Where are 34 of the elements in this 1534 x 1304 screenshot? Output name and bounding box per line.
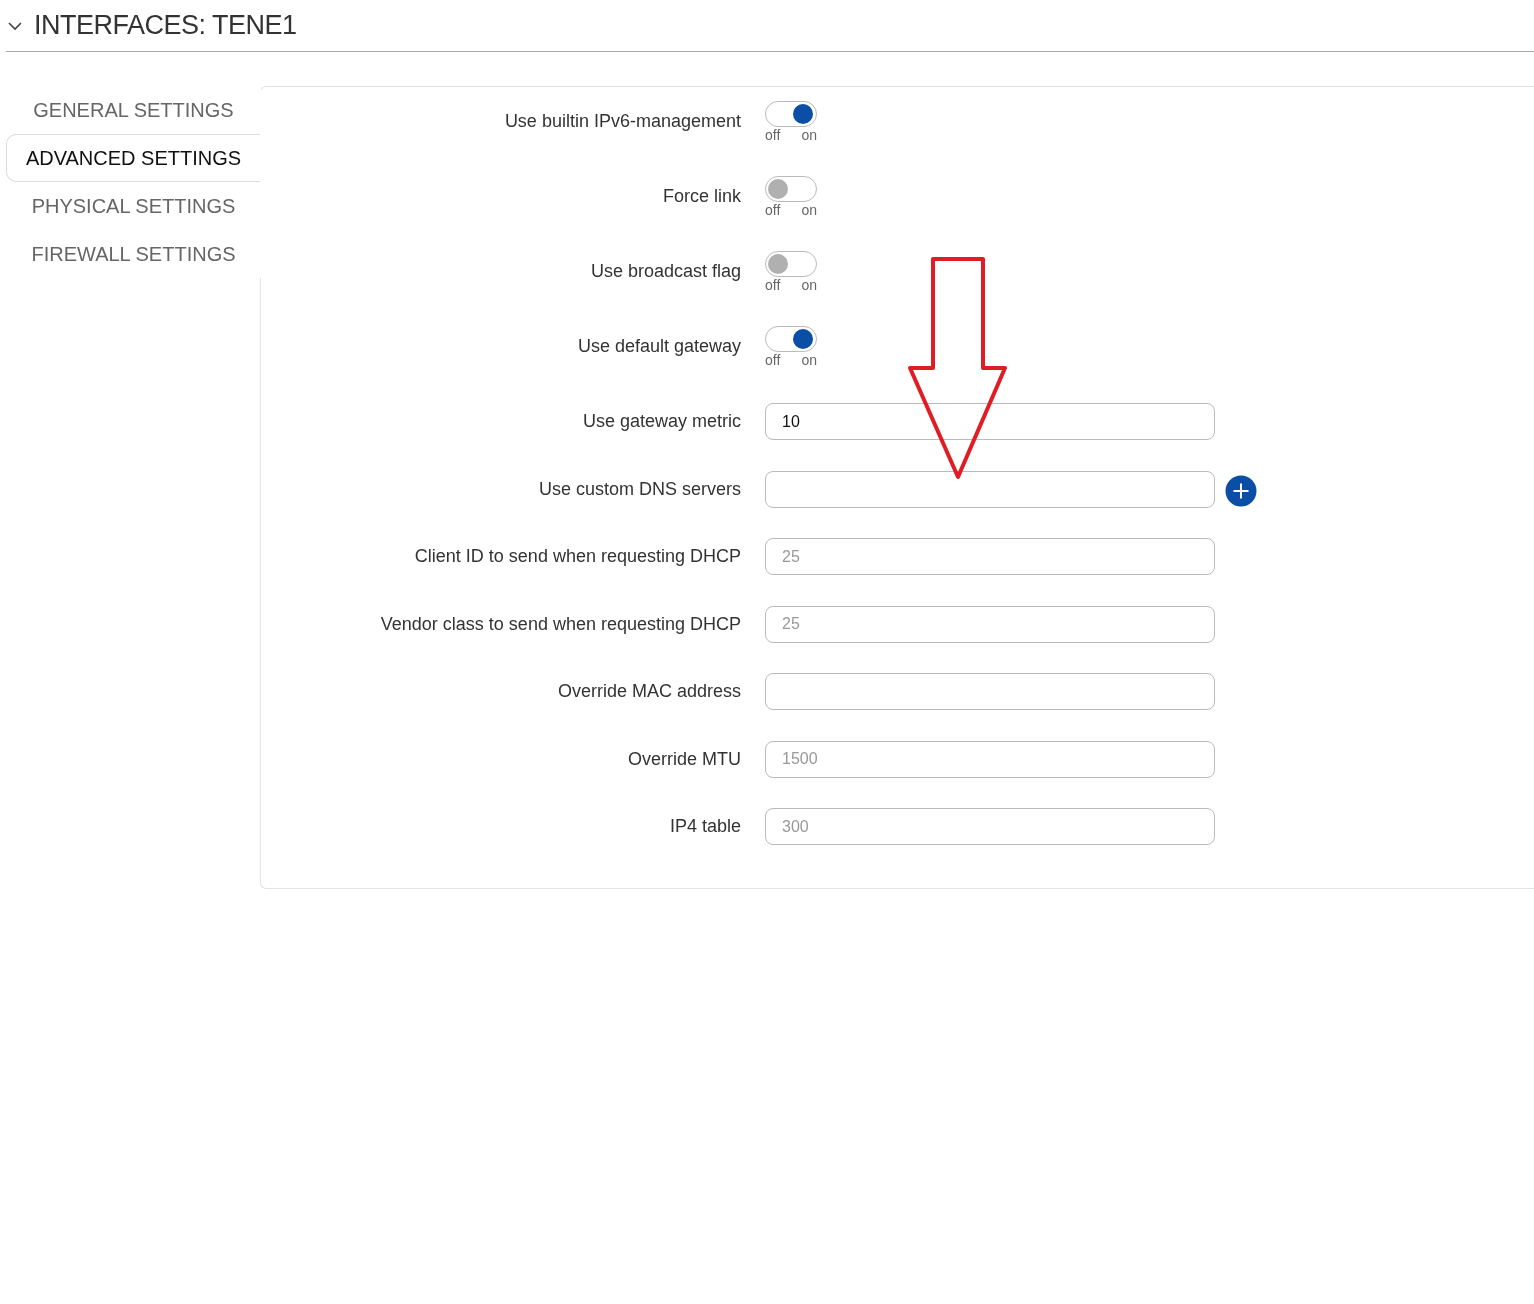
off-label: off — [765, 127, 781, 143]
input-field[interactable] — [765, 470, 1215, 508]
input-field[interactable]: 25 — [765, 538, 1215, 576]
input-field[interactable]: 10 — [765, 403, 1215, 441]
toggle-switch[interactable] — [765, 176, 817, 202]
input-field[interactable] — [765, 673, 1215, 711]
settings-tab[interactable]: ADVANCED SETTINGS — [6, 134, 261, 182]
field-label: Use builtin IPv6-management — [503, 110, 741, 132]
field-label: Force link — [661, 185, 741, 207]
input-field[interactable]: 1500 — [765, 740, 1215, 778]
field-label: Use gateway metric — [581, 411, 741, 433]
off-label: off — [765, 277, 781, 293]
field-label: Use default gateway — [576, 335, 741, 357]
field-label: Use broadcast flag — [589, 260, 741, 282]
field-label: Override MTU — [627, 748, 741, 770]
add-icon[interactable] — [1225, 475, 1257, 508]
field-label: Override MAC address — [556, 681, 741, 703]
on-label: on — [801, 202, 817, 218]
toggle-switch[interactable] — [765, 251, 817, 277]
section-title: INTERFACES: TENE1 — [34, 10, 297, 41]
field-label: Use custom DNS servers — [537, 478, 741, 500]
toggle-switch[interactable] — [765, 326, 817, 352]
field-label: IP4 table — [668, 816, 741, 838]
off-label: off — [765, 352, 781, 368]
on-label: on — [801, 127, 817, 143]
off-label: off — [765, 202, 781, 218]
chevron-down-icon[interactable] — [8, 20, 22, 31]
field-label: Client ID to send when requesting DHCP — [413, 546, 741, 568]
field-label: Vendor class to send when requesting DHCP — [379, 613, 741, 635]
input-field[interactable]: 300 — [765, 808, 1215, 846]
toggle-switch[interactable] — [765, 101, 817, 127]
input-field[interactable]: 25 — [765, 605, 1215, 643]
on-label: on — [801, 352, 817, 368]
on-label: on — [801, 277, 817, 293]
